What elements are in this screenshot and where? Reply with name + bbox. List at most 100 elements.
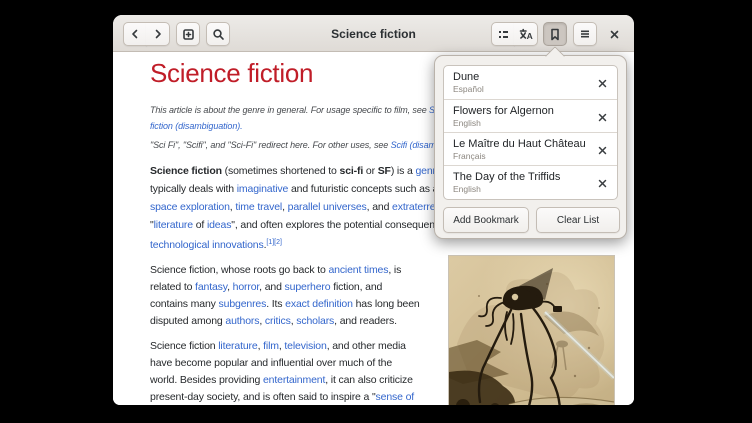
bookmark-list: DuneEspañolFlowers for AlgernonEnglishLe… <box>443 65 618 200</box>
reference-link[interactable]: [2] <box>274 239 282 246</box>
remove-bookmark-button[interactable] <box>593 108 611 126</box>
search-button[interactable] <box>206 22 230 46</box>
language-icon: A <box>519 28 533 41</box>
reference-superscript: [2] <box>274 239 282 246</box>
wiki-link[interactable]: ancient times <box>328 264 388 276</box>
bookmark-title: Le Maître du Haut Château <box>453 137 587 151</box>
bookmarks-popover: DuneEspañolFlowers for AlgernonEnglishLe… <box>434 55 627 239</box>
wiki-link[interactable]: imaginative <box>237 183 288 195</box>
toc-button[interactable] <box>491 22 515 46</box>
article-thumbnail-image[interactable] <box>448 255 615 405</box>
bookmark-icon <box>549 28 561 41</box>
text-segment: disputed among <box>150 315 225 327</box>
text-segment: (sometimes shortened to <box>222 165 340 177</box>
text-segment: or <box>363 165 378 177</box>
wiki-link[interactable]: space exploration <box>150 201 230 213</box>
wiki-link[interactable]: ideas <box>207 219 231 231</box>
remove-bookmark-button[interactable] <box>593 174 611 192</box>
remove-icon <box>598 179 607 188</box>
app-window: Science fiction <box>113 15 634 405</box>
window-close-button[interactable] <box>602 22 626 46</box>
new-tab-icon <box>182 28 195 41</box>
bookmark-row[interactable]: The Day of the TriffidsEnglish <box>444 165 617 198</box>
screen: Science fiction <box>0 0 752 423</box>
wiki-link[interactable]: scholars <box>296 315 334 327</box>
remove-icon <box>598 79 607 88</box>
reference-link[interactable]: [1] <box>266 239 274 246</box>
remove-icon <box>598 113 607 122</box>
bookmarks-button[interactable] <box>543 22 567 46</box>
tripod-illustration <box>449 256 614 405</box>
remove-bookmark-button[interactable] <box>593 74 611 92</box>
back-button[interactable] <box>123 22 147 46</box>
toc-list-icon <box>497 28 510 41</box>
text-segment: , it can also criticize <box>325 374 413 386</box>
bookmark-row[interactable]: DuneEspañol <box>444 66 617 99</box>
bookmark-title: The Day of the Triffids <box>453 170 587 184</box>
text-segment: Science fiction <box>150 340 218 352</box>
text-segment: world. Besides providing <box>150 374 263 386</box>
bold-text: Science fiction <box>150 165 222 177</box>
bookmark-language: English <box>453 184 587 195</box>
remove-bookmark-button[interactable] <box>593 141 611 159</box>
wiki-link[interactable]: television <box>284 340 326 352</box>
wiki-link[interactable]: literature <box>154 219 193 231</box>
bookmark-language: English <box>453 118 587 129</box>
menu-button[interactable] <box>573 22 597 46</box>
clear-list-button[interactable]: Clear List <box>536 207 620 233</box>
wiki-link[interactable]: technological innovations <box>150 239 264 251</box>
text-segment: have become popular and influential over… <box>150 357 392 369</box>
wiki-link[interactable]: entertainment <box>263 374 325 386</box>
bold-text: SF <box>378 165 391 177</box>
text-segment: This article is about the genre in gener… <box>150 105 429 115</box>
text-segment: , and readers. <box>334 315 397 327</box>
text-segment: fiction, and <box>330 281 382 293</box>
wiki-link[interactable]: literature <box>218 340 257 352</box>
text-segment: , and <box>367 201 392 213</box>
forward-icon <box>152 28 164 40</box>
text-segment: , is <box>388 264 401 276</box>
wiki-link[interactable]: horror <box>233 281 260 293</box>
back-icon <box>129 28 141 40</box>
text-segment: contains many <box>150 298 219 310</box>
bookmark-title: Dune <box>453 70 587 84</box>
wiki-link[interactable]: film <box>263 340 279 352</box>
bookmark-language: Español <box>453 84 587 95</box>
wiki-link[interactable]: superhero <box>285 281 331 293</box>
text-segment: , and <box>259 281 284 293</box>
bookmark-title: Flowers for Algernon <box>453 104 587 118</box>
forward-button[interactable] <box>146 22 170 46</box>
menu-icon <box>579 28 591 40</box>
close-icon <box>609 29 620 40</box>
text-segment: of <box>193 219 207 231</box>
wiki-link[interactable]: parallel universes <box>288 201 367 213</box>
wiki-link[interactable]: authors <box>225 315 259 327</box>
text-segment: Science fiction, whose roots go back to <box>150 264 328 276</box>
wiki-link[interactable]: fantasy <box>195 281 227 293</box>
bookmark-row[interactable]: Flowers for AlgernonEnglish <box>444 99 617 132</box>
text-segment: related to <box>150 281 195 293</box>
reference-superscript: [1] <box>266 239 274 246</box>
text-segment: "Sci Fi", "Scifi", and "Sci-Fi" redirect… <box>150 140 391 150</box>
text-segment: present-day society, and is often said t… <box>150 391 376 403</box>
wiki-link[interactable]: sense of <box>376 391 415 403</box>
wiki-link[interactable]: subgenres <box>219 298 267 310</box>
new-tab-button[interactable] <box>176 22 200 46</box>
add-bookmark-button[interactable]: Add Bookmark <box>443 207 529 233</box>
wiki-link[interactable]: critics <box>265 315 291 327</box>
search-icon <box>212 28 225 41</box>
text-segment: ) is a <box>391 165 416 177</box>
language-button[interactable]: A <box>514 22 538 46</box>
text-segment: , and other media <box>327 340 406 352</box>
text-segment: has long been <box>353 298 420 310</box>
text-segment: typically deals with <box>150 183 237 195</box>
wiki-link[interactable]: fiction (disambiguation). <box>150 121 243 131</box>
wiki-link[interactable]: exact definition <box>285 298 353 310</box>
bookmark-row[interactable]: Le Maître du Haut ChâteauFrançais <box>444 132 617 165</box>
bookmark-language: Français <box>453 151 587 162</box>
text-segment: . Its <box>266 298 285 310</box>
svg-text:A: A <box>526 31 532 41</box>
bold-text: sci-fi <box>340 165 364 177</box>
wiki-link[interactable]: time travel <box>235 201 282 213</box>
remove-icon <box>598 146 607 155</box>
